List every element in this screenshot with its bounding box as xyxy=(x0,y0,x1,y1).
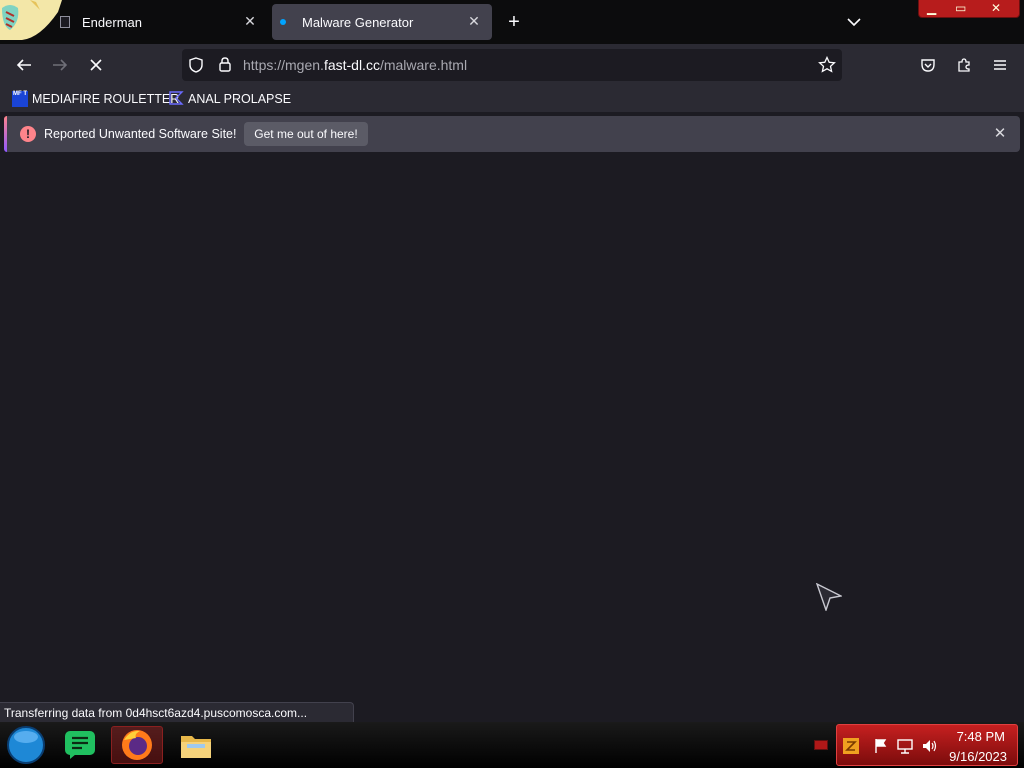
notification-flag-icon[interactable] xyxy=(814,740,828,750)
maximize-button[interactable]: ▭ xyxy=(955,1,966,15)
action-center-flag-icon[interactable] xyxy=(873,738,889,754)
hamburger-menu-icon[interactable] xyxy=(989,54,1011,76)
minimize-button[interactable]: ▁ xyxy=(927,1,936,15)
star-bookmark-icon[interactable] xyxy=(818,55,836,79)
bookmarks-toolbar: MF T MEDIAFIRE ROULETTER ANAL PROLAPSE xyxy=(0,86,1024,112)
back-button[interactable] xyxy=(13,54,35,76)
warning-stripe xyxy=(4,116,7,152)
bookmark-label: ANAL PROLAPSE xyxy=(188,92,292,106)
pocket-icon[interactable] xyxy=(917,54,939,76)
new-tab-button[interactable]: + xyxy=(504,12,524,32)
window-controls: ▁ ▭ ✕ xyxy=(918,0,1020,18)
chat-app-icon[interactable] xyxy=(54,726,106,764)
document-icon xyxy=(60,16,70,28)
loading-dot-icon xyxy=(280,19,286,25)
java-update-icon[interactable] xyxy=(843,738,859,754)
close-window-button[interactable]: ✕ xyxy=(991,1,1001,15)
taskbar: 7:48 PM 9/16/2023 xyxy=(0,722,1024,768)
tab-label: Enderman xyxy=(82,15,142,30)
mouse-cursor-icon xyxy=(815,582,844,613)
shield-icon[interactable] xyxy=(188,57,204,78)
tab-enderman[interactable]: Enderman ✕ xyxy=(52,4,268,40)
status-panel: Transferring data from 0d4hsct6azd4.pusc… xyxy=(0,702,354,722)
clock-date[interactable]: 9/16/2023 xyxy=(949,749,1007,764)
address-bar[interactable]: https://mgen.fast-dl.cc/malware.html xyxy=(182,49,842,81)
tab-strip: Enderman ✕ Malware Generator ✕ + ▁ ▭ ✕ xyxy=(0,0,1024,44)
list-all-tabs-chevron-icon[interactable] xyxy=(844,13,864,31)
network-icon[interactable] xyxy=(897,738,913,754)
unwanted-software-warning-bar: ! Reported Unwanted Software Site! Get m… xyxy=(4,116,1020,152)
stop-loading-button[interactable] xyxy=(85,54,107,76)
file-explorer-icon[interactable] xyxy=(170,726,222,764)
bookmark-mediafire-rouletter[interactable]: MF T MEDIAFIRE ROULETTER xyxy=(12,90,179,108)
extensions-puzzle-icon[interactable] xyxy=(953,54,975,76)
clock-time[interactable]: 7:48 PM xyxy=(957,729,1005,744)
forward-button[interactable] xyxy=(49,54,71,76)
tab-close-icon[interactable]: ✕ xyxy=(466,13,482,29)
tab-label: Malware Generator xyxy=(302,15,414,30)
get-me-out-button[interactable]: Get me out of here! xyxy=(244,122,368,146)
tab-close-icon[interactable]: ✕ xyxy=(242,13,258,29)
firefox-taskbar-icon[interactable] xyxy=(111,726,163,764)
bookmark-anal-prolapse[interactable]: ANAL PROLAPSE xyxy=(168,90,291,108)
bookmark-label: MEDIAFIRE ROULETTER xyxy=(32,92,180,106)
start-button[interactable] xyxy=(0,726,52,764)
url-text[interactable]: https://mgen.fast-dl.cc/malware.html xyxy=(243,57,467,73)
warning-message: Reported Unwanted Software Site! xyxy=(44,127,237,141)
volume-icon[interactable] xyxy=(921,738,937,754)
system-tray: 7:48 PM 9/16/2023 xyxy=(836,724,1018,766)
close-warning-icon[interactable]: ✕ xyxy=(992,124,1008,144)
lock-icon[interactable] xyxy=(218,56,232,78)
navigation-toolbar: https://mgen.fast-dl.cc/malware.html xyxy=(0,44,1024,86)
sigma-icon xyxy=(168,90,184,109)
warning-icon: ! xyxy=(20,126,36,142)
mediafire-icon: MF T xyxy=(12,91,28,107)
tab-malware-generator[interactable]: Malware Generator ✕ xyxy=(272,4,492,40)
page-content xyxy=(0,156,1024,722)
